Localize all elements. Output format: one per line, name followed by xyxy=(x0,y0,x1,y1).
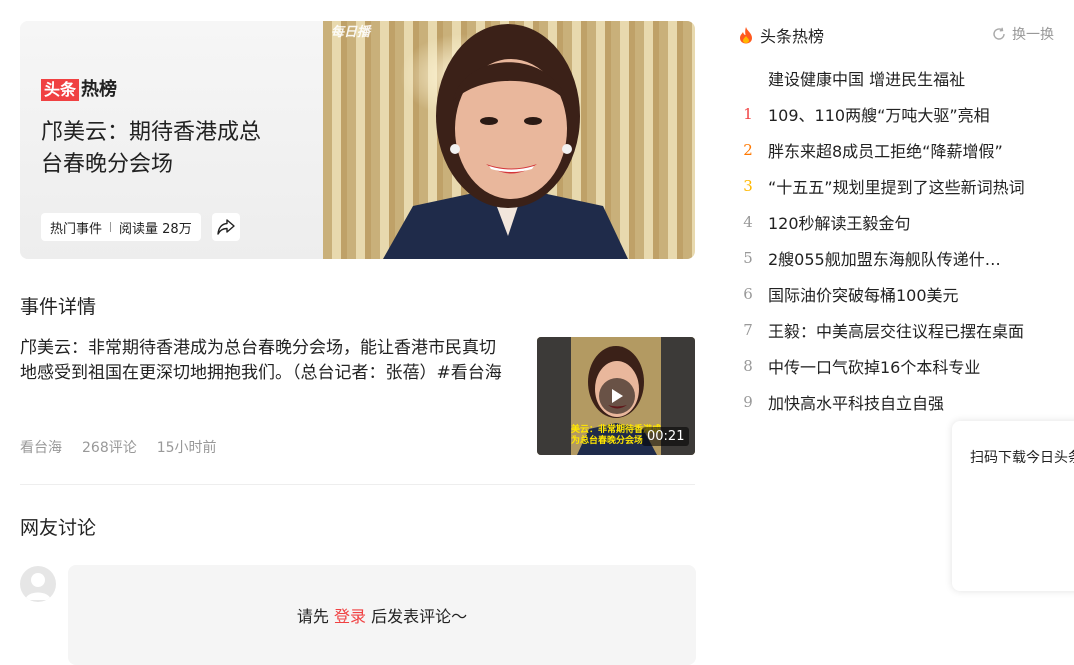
comment-login-prompt: 请先 登录 后发表评论～ xyxy=(68,603,696,627)
portrait-illustration xyxy=(383,24,628,259)
hot-rank: 2 xyxy=(743,141,753,159)
hot-rank: 6 xyxy=(743,285,753,303)
hot-rank: 1 xyxy=(743,105,753,123)
event-source[interactable]: 看台海 xyxy=(20,437,62,457)
hot-item-title[interactable]: 2艘055舰加盟东海舰队传递什么信号 xyxy=(768,246,1014,270)
avatar xyxy=(20,566,56,602)
hero-title[interactable]: 邝美云：期待香港成总台春晚分会场 xyxy=(41,117,281,181)
hot-list-item[interactable]: 9 加快高水平科技自立自强 xyxy=(738,384,1038,420)
flame-icon xyxy=(740,27,752,44)
share-icon xyxy=(217,219,235,235)
hot-list-item[interactable]: 2 胖东来超8成员工拒绝“降薪增假” xyxy=(738,132,1038,168)
hot-list-item[interactable]: 建设健康中国 增进民生福祉 xyxy=(738,60,1038,96)
section-heading-detail: 事件详情 xyxy=(20,296,97,318)
login-link[interactable]: 登录 xyxy=(334,607,366,626)
hot-list-item[interactable]: 6 国际油价突破每桶100美元 xyxy=(738,276,1038,312)
hot-list-header: 头条热榜 xyxy=(738,23,824,47)
hero-photo: 每日播 xyxy=(323,21,695,259)
hot-list-item[interactable]: 5 2艘055舰加盟东海舰队传递什么信号 xyxy=(738,240,1038,276)
share-button[interactable] xyxy=(212,213,240,241)
hero-read-count: 阅读量 28万 xyxy=(119,221,192,237)
refresh-label: 换一换 xyxy=(1012,27,1054,43)
hero-meta: 热门事件 阅读量 28万 xyxy=(41,213,201,241)
video-duration: 00:21 xyxy=(642,427,690,446)
hero-text-panel: 头条 热榜 邝美云：期待香港成总台春晚分会场 热门事件 阅读量 28万 xyxy=(20,21,323,259)
hot-item-title[interactable]: 加快高水平科技自立自强 xyxy=(768,390,944,414)
hot-list-item[interactable]: 1 109、110两艘“万吨大驱”亮相 xyxy=(738,96,1038,132)
hot-item-title[interactable]: 109、110两艘“万吨大驱”亮相 xyxy=(768,102,990,126)
comment-box[interactable]: 请先 登录 后发表评论～ xyxy=(68,565,696,665)
meta-divider xyxy=(110,222,112,232)
prompt-suffix: 后发表评论～ xyxy=(371,607,468,626)
event-comment-count: 268评论 xyxy=(82,440,137,456)
refresh-button[interactable]: 换一换 xyxy=(992,24,1054,44)
event-description[interactable]: 邝美云：非常期待香港成为总台春晚分会场，能让香港市民真切地感受到祖国在更深切地拥… xyxy=(20,336,510,386)
hot-item-title[interactable]: 中传一口气砍掉16个本科专业 xyxy=(768,354,980,378)
hot-list-item[interactable]: 7 王毅：中美高层交往议程已摆在桌面 xyxy=(738,312,1038,348)
hot-rank: 3 xyxy=(743,177,753,195)
event-time: 15小时前 xyxy=(156,440,217,456)
prompt-prefix: 请先 xyxy=(296,607,329,626)
hot-item-title[interactable]: 建设健康中国 增进民生福祉 xyxy=(768,66,965,90)
hot-rank: 5 xyxy=(743,249,753,267)
hot-item-title[interactable]: 胖东来超8成员工拒绝“降薪增假” xyxy=(768,138,1003,162)
hot-rank: 8 xyxy=(743,357,753,375)
section-divider xyxy=(20,484,695,485)
hot-rank: 4 xyxy=(743,213,753,231)
user-avatar-icon xyxy=(25,573,51,600)
app-download-card[interactable]: 扫码下载今日头条 xyxy=(952,421,1074,591)
qr-download-text: 扫码下载今日头条 xyxy=(970,450,1074,466)
brand-hot: 热榜 xyxy=(81,79,118,100)
play-icon xyxy=(612,389,623,403)
hot-item-title[interactable]: 120秒解读王毅金句 xyxy=(768,210,911,234)
video-thumbnail[interactable]: 美云：非常期待香港成为总台春晚分会场 00:21 xyxy=(537,337,695,455)
hot-rank: 9 xyxy=(743,393,753,411)
hot-rank: 7 xyxy=(743,321,753,339)
hero-banner[interactable]: 头条 热榜 邝美云：期待香港成总台春晚分会场 热门事件 阅读量 28万 每日播 xyxy=(20,21,695,259)
refresh-icon xyxy=(993,27,1005,40)
section-heading-discussion: 网友讨论 xyxy=(20,517,97,539)
brand-toutiao: 头条 xyxy=(41,79,80,101)
hot-list-brand: 头条 热榜 xyxy=(41,79,117,101)
hot-item-title[interactable]: 王毅：中美高层交往议程已摆在桌面 xyxy=(768,318,1024,342)
hot-list-title: 头条热榜 xyxy=(760,27,825,46)
hot-item-title[interactable]: “十五五”规划里提到了这些新词热词 xyxy=(768,174,1025,198)
hot-list-item[interactable]: 3 “十五五”规划里提到了这些新词热词 xyxy=(738,168,1038,204)
hot-list-item[interactable]: 4 120秒解读王毅金句 xyxy=(738,204,1038,240)
hot-item-title[interactable]: 国际油价突破每桶100美元 xyxy=(768,282,959,306)
event-meta: 看台海 268评论 15小时前 xyxy=(20,437,217,457)
hot-list: 建设健康中国 增进民生福祉 1 109、110两艘“万吨大驱”亮相 2 胖东来超8成… xyxy=(738,60,1038,420)
play-button[interactable] xyxy=(599,378,635,414)
hero-category: 热门事件 xyxy=(50,221,103,237)
hot-list-item[interactable]: 8 中传一口气砍掉16个本科专业 xyxy=(738,348,1038,384)
